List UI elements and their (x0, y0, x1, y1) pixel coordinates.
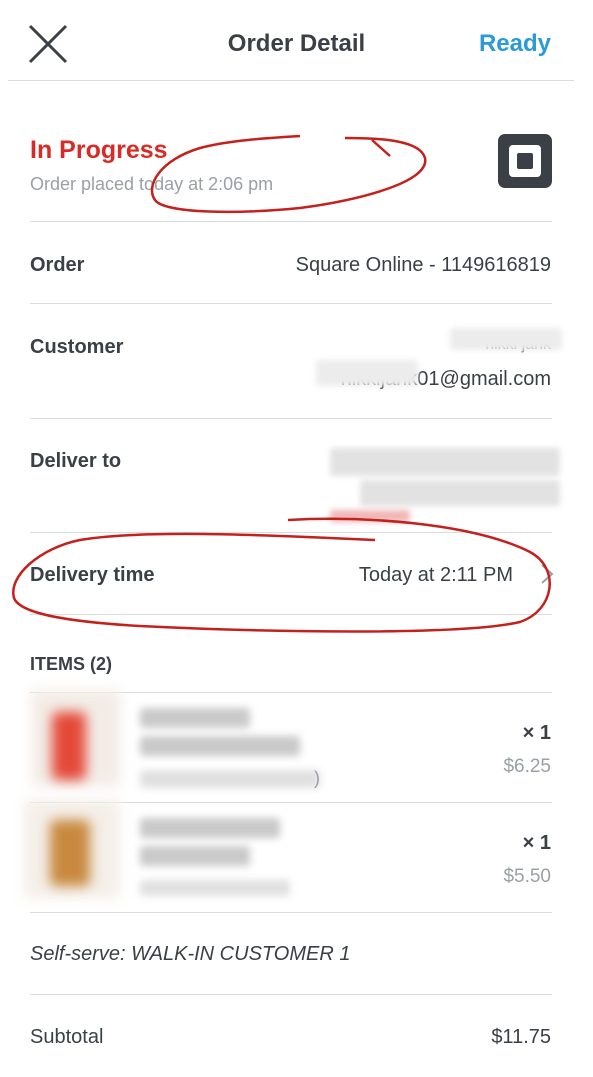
item-quantity: × 1 (522, 832, 551, 854)
divider (30, 303, 552, 304)
item-name-blur (140, 846, 250, 866)
item-name-blur (140, 736, 300, 756)
item-quantity: × 1 (522, 722, 551, 744)
divider (30, 614, 552, 615)
redaction-blur (316, 360, 418, 386)
deliver-to-label: Deliver to (30, 450, 122, 472)
header-divider (8, 80, 574, 81)
order-label: Order (30, 254, 85, 276)
address-line-blur (330, 510, 410, 522)
chevron-right-icon[interactable] (538, 562, 556, 586)
item-price: $5.50 (503, 866, 551, 887)
item-modifier-text: ) (314, 768, 320, 788)
divider (30, 912, 552, 913)
order-status: In Progress (30, 136, 168, 164)
divider (30, 994, 552, 995)
square-logo-icon (498, 134, 552, 188)
ready-button[interactable]: Ready (479, 30, 551, 58)
address-line-blur (360, 480, 560, 506)
divider (30, 532, 552, 533)
item-modifier-blur (140, 770, 320, 788)
address-line-blur (330, 448, 560, 476)
divider (30, 221, 552, 222)
redaction-blur (450, 328, 562, 350)
top-bar: Order Detail Ready (0, 0, 593, 80)
item-thumbnail (52, 712, 86, 780)
order-note: Self-serve: WALK-IN CUSTOMER 1 (30, 943, 351, 965)
divider (30, 418, 552, 419)
item-name-blur (140, 708, 250, 728)
item-name-blur (140, 818, 280, 838)
subtotal-label: Subtotal (30, 1026, 104, 1048)
delivery-time-label[interactable]: Delivery time (30, 564, 155, 587)
item-price: $6.25 (503, 756, 551, 777)
items-header: ITEMS (2) (30, 654, 113, 674)
order-placed-time: Order placed today at 2:06 pm (30, 174, 274, 194)
item-modifier-blur (140, 880, 290, 896)
item-thumbnail (50, 820, 90, 886)
customer-label: Customer (30, 336, 124, 358)
order-value: Square Online - 1149616819 (295, 254, 551, 276)
subtotal-value: $11.75 (491, 1026, 551, 1048)
delivery-time-value[interactable]: Today at 2:11 PM (359, 564, 513, 587)
annotation-tick (371, 139, 391, 157)
